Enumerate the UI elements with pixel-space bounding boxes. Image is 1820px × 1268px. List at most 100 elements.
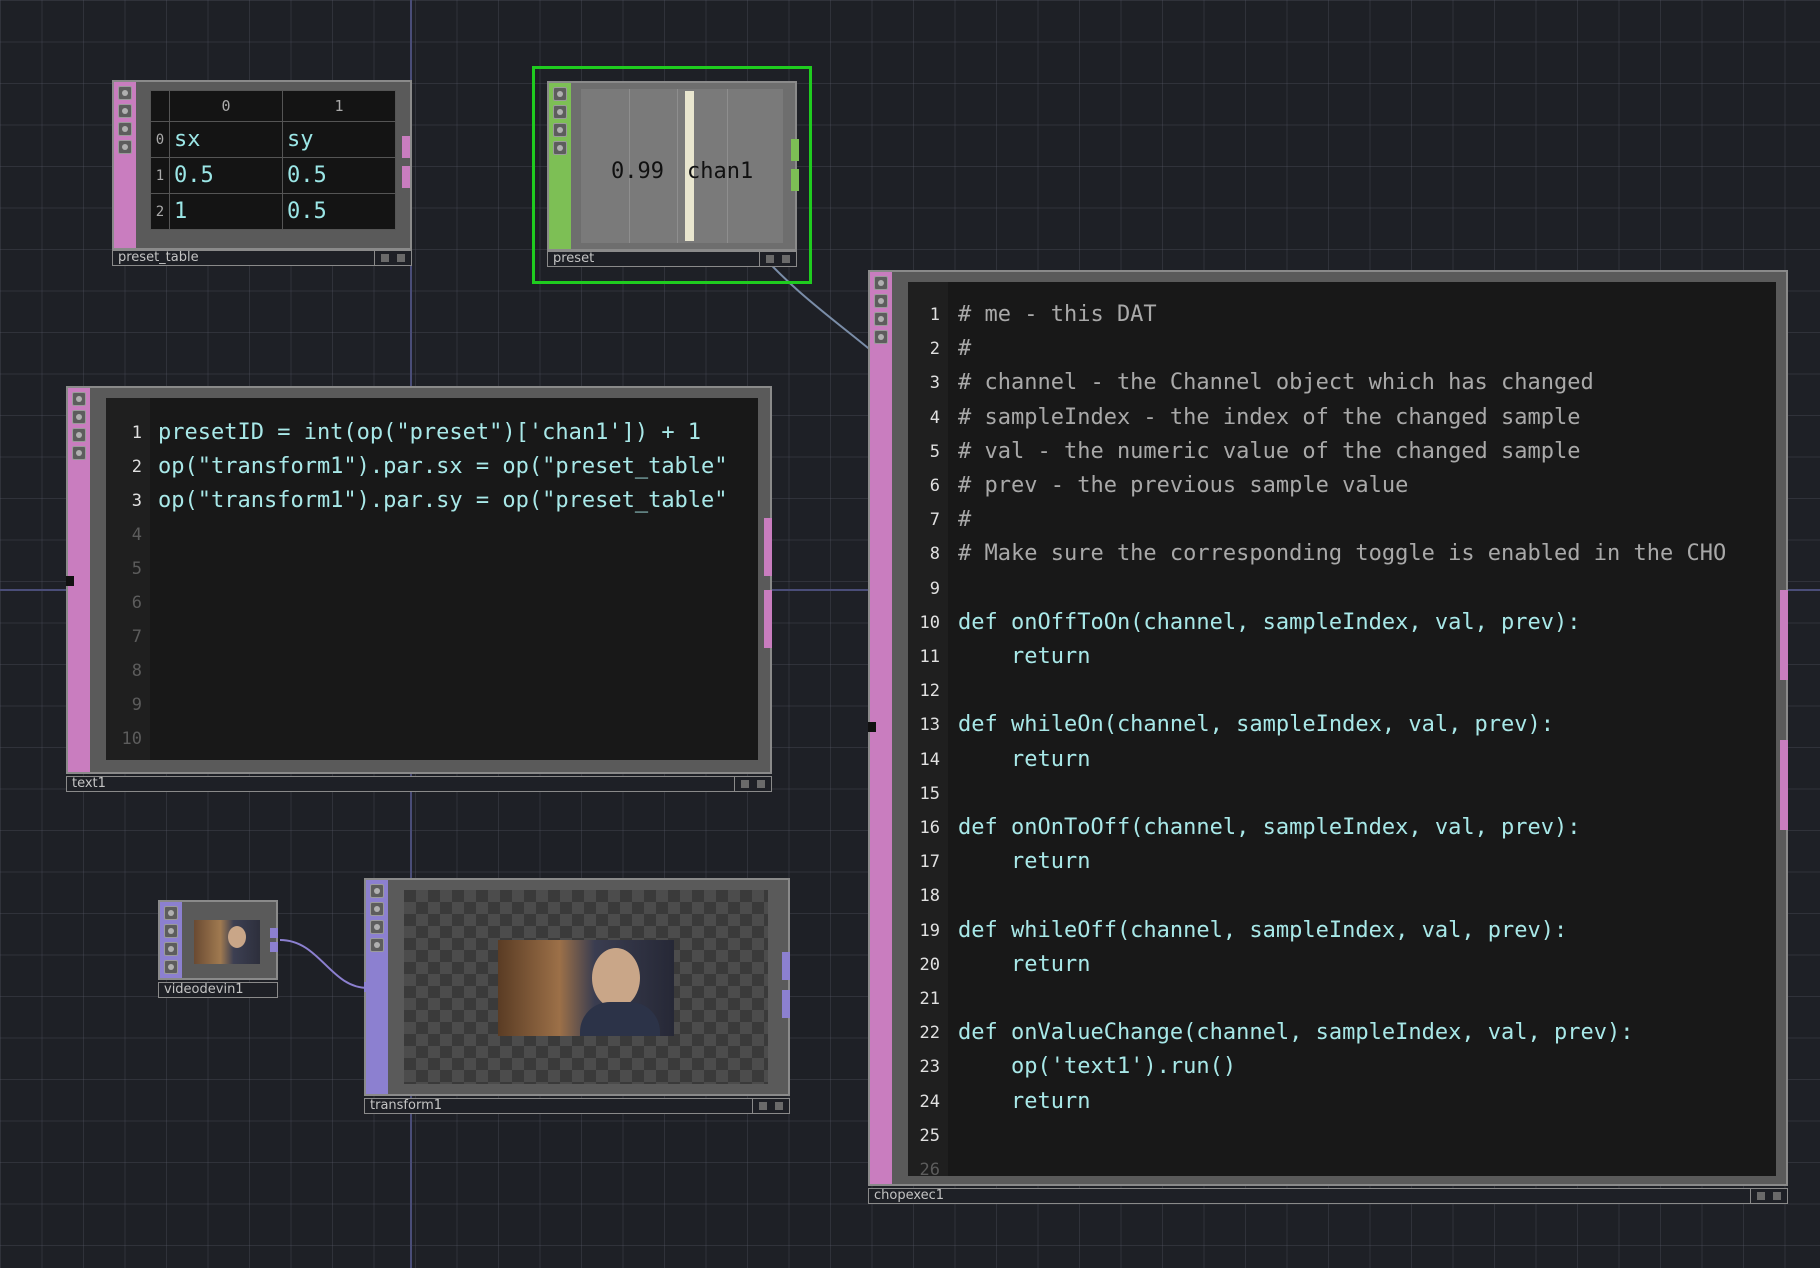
output-port[interactable]: [791, 139, 799, 161]
display-flag-icon[interactable]: [370, 920, 384, 934]
viewer-active-icon[interactable]: [72, 392, 86, 406]
bypass-icon[interactable]: [72, 410, 86, 424]
node-name-label[interactable]: text1: [66, 776, 772, 792]
node-name-label[interactable]: preset: [547, 251, 797, 267]
line-number: 10: [919, 612, 940, 633]
display-flag-icon[interactable]: [72, 428, 86, 442]
code-line[interactable]: # Make sure the corresponding toggle is …: [958, 541, 1726, 566]
display-flag-icon[interactable]: [164, 942, 178, 956]
output-port[interactable]: [270, 928, 278, 938]
output-port[interactable]: [402, 136, 410, 158]
node-name-label[interactable]: videodevin1: [158, 982, 278, 998]
table-cell[interactable]: 0.5: [282, 193, 396, 230]
line-number: 2: [131, 457, 142, 477]
code-line[interactable]: return: [958, 849, 1090, 874]
code-line[interactable]: op("transform1").par.sx = op("preset_tab…: [158, 454, 728, 479]
code-line[interactable]: #: [958, 336, 971, 361]
code-line[interactable]: # sampleIndex - the index of the changed…: [958, 405, 1581, 430]
line-number: 16: [919, 818, 940, 838]
viewer-active-icon[interactable]: [164, 906, 178, 920]
viewer-active-icon[interactable]: [118, 86, 132, 100]
node-name-label[interactable]: transform1: [364, 1098, 790, 1114]
node-flag-strip: [549, 83, 571, 249]
code-line[interactable]: def onOnToOff(channel, sampleIndex, val,…: [958, 815, 1581, 840]
output-port[interactable]: [782, 990, 790, 1018]
line-number: 8: [131, 661, 142, 681]
node-name-label[interactable]: preset_table: [112, 250, 412, 266]
bypass-icon[interactable]: [553, 105, 567, 119]
line-number: 3: [929, 373, 940, 394]
code-line[interactable]: return: [958, 747, 1090, 772]
code-line[interactable]: def onOffToOn(channel, sampleIndex, val,…: [958, 610, 1581, 635]
node-transform1[interactable]: transform1: [364, 878, 790, 1118]
channel-value: 0.99: [611, 159, 664, 184]
output-port[interactable]: [782, 952, 790, 980]
code-line[interactable]: # prev - the previous sample value: [958, 473, 1408, 498]
code-line[interactable]: return: [958, 952, 1090, 977]
line-number: 22: [919, 1023, 940, 1044]
code-line[interactable]: # val - the numeric value of the changed…: [958, 439, 1581, 464]
display-flag-icon[interactable]: [874, 312, 888, 326]
bypass-icon[interactable]: [164, 924, 178, 938]
node-name-label[interactable]: chopexec1: [868, 1188, 1788, 1204]
node-chopexec1[interactable]: 1 # me - this DAT 2 #3 # channel - the Chann…: [868, 270, 1788, 1210]
input-port[interactable]: [868, 722, 876, 732]
node-preset-table[interactable]: 0 1 0 sx sy 1 0.5 0.5 2 1 0.5 preset_tab…: [112, 80, 412, 270]
output-port[interactable]: [270, 942, 278, 952]
display-flag-icon[interactable]: [553, 123, 567, 137]
output-port[interactable]: [1780, 740, 1788, 830]
bypass-icon[interactable]: [118, 104, 132, 118]
input-port[interactable]: [66, 576, 74, 586]
render-flag-icon[interactable]: [164, 960, 178, 974]
table-cell[interactable]: 1: [169, 193, 283, 230]
table-viewer[interactable]: 0 1 0 sx sy 1 0.5 0.5 2 1 0.5: [150, 90, 396, 230]
table-cell[interactable]: sy: [282, 121, 396, 158]
table-row: 0 sx sy: [150, 121, 396, 158]
viewer-active-icon[interactable]: [553, 87, 567, 101]
render-flag-icon[interactable]: [874, 330, 888, 344]
code-line[interactable]: return: [958, 644, 1090, 669]
code-line[interactable]: presetID = int(op("preset")['chan1']) + …: [158, 420, 701, 445]
code-line[interactable]: # channel - the Channel object which has…: [958, 370, 1594, 395]
top-viewer[interactable]: [404, 890, 768, 1084]
table-cell[interactable]: sx: [169, 121, 283, 158]
viewer-active-icon[interactable]: [370, 884, 384, 898]
code-line[interactable]: op("transform1").par.sy = op("preset_tab…: [158, 488, 728, 513]
code-editor[interactable]: 1 presetID = int(op("preset")['chan1']) +…: [106, 398, 758, 760]
bypass-icon[interactable]: [874, 294, 888, 308]
render-flag-icon[interactable]: [118, 140, 132, 154]
code-line[interactable]: def whileOn(channel, sampleIndex, val, p…: [958, 712, 1554, 737]
input-port[interactable]: [364, 982, 372, 992]
table-cell[interactable]: 0.5: [282, 157, 396, 194]
table-cell[interactable]: 0.5: [169, 157, 283, 194]
node-flag-strip: [160, 902, 182, 978]
node-preset[interactable]: 0.99 chan1 preset: [532, 66, 812, 284]
node-text1[interactable]: 1 presetID = int(op("preset")['chan1']) +…: [66, 386, 772, 796]
code-line[interactable]: def whileOff(channel, sampleIndex, val, …: [958, 918, 1567, 943]
code-line[interactable]: def onValueChange(channel, sampleIndex, …: [958, 1020, 1634, 1045]
viewer-active-icon[interactable]: [874, 276, 888, 290]
display-flag-icon[interactable]: [118, 122, 132, 136]
node-videodevin1[interactable]: videodevin1: [158, 900, 278, 1000]
chop-viewer[interactable]: 0.99 chan1: [581, 89, 783, 243]
output-port[interactable]: [764, 590, 772, 648]
code-line[interactable]: return: [958, 1089, 1090, 1114]
render-flag-icon[interactable]: [553, 141, 567, 155]
code-line[interactable]: op('text1').run(): [958, 1054, 1236, 1079]
face-shape: [592, 948, 640, 1008]
output-port[interactable]: [402, 166, 410, 188]
code-line[interactable]: #: [958, 507, 971, 532]
line-number: 9: [131, 695, 142, 715]
output-port[interactable]: [791, 169, 799, 191]
line-number: 6: [131, 593, 142, 613]
render-flag-icon[interactable]: [72, 446, 86, 460]
code-line[interactable]: # me - this DAT: [958, 302, 1157, 327]
bypass-icon[interactable]: [370, 902, 384, 916]
code-editor[interactable]: 1 # me - this DAT 2 #3 # channel - the Chann…: [908, 282, 1776, 1176]
node-option-icon: [766, 255, 774, 263]
line-number: 4: [131, 525, 142, 545]
render-flag-icon[interactable]: [370, 938, 384, 952]
line-number: 8: [929, 544, 940, 565]
output-port[interactable]: [764, 518, 772, 576]
output-port[interactable]: [1780, 590, 1788, 680]
